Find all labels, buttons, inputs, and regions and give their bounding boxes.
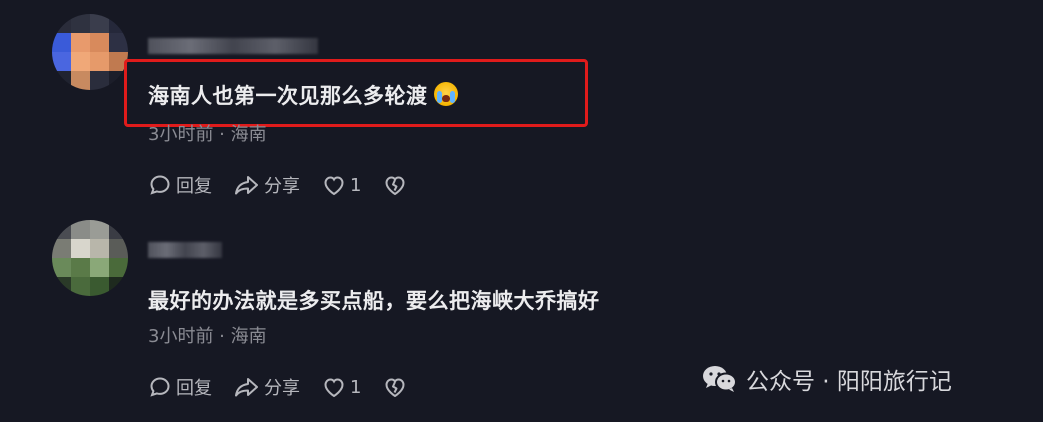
dislike-button[interactable]: [383, 376, 407, 398]
like-count: 1: [350, 376, 362, 398]
username-blurred[interactable]: [148, 242, 222, 258]
comment-item: 最好的办法就是多买点船，要么把海峡大乔搞好 3小时前 · 海南 回复 分享 1: [0, 0, 1043, 422]
share-arrow-icon: [235, 378, 258, 397]
comment-text: 最好的办法就是多买点船，要么把海峡大乔搞好: [148, 289, 600, 313]
share-label: 分享: [264, 378, 300, 399]
broken-heart-icon: [385, 378, 405, 397]
heart-icon: [324, 378, 344, 398]
watermark-text: 公众号 · 阳阳旅行记: [746, 369, 952, 395]
comment-bubble-icon: [150, 377, 170, 397]
avatar[interactable]: [52, 220, 128, 296]
comment-meta: 3小时前 · 海南: [148, 326, 267, 347]
reply-button[interactable]: 回复: [148, 374, 212, 400]
like-button[interactable]: 1: [322, 376, 361, 398]
share-button[interactable]: 分享: [234, 374, 300, 400]
comment-actions: 回复 分享 1: [148, 374, 429, 400]
watermark: 公众号 · 阳阳旅行记: [702, 362, 952, 396]
reply-label: 回复: [176, 378, 212, 399]
wechat-icon: [703, 366, 737, 392]
